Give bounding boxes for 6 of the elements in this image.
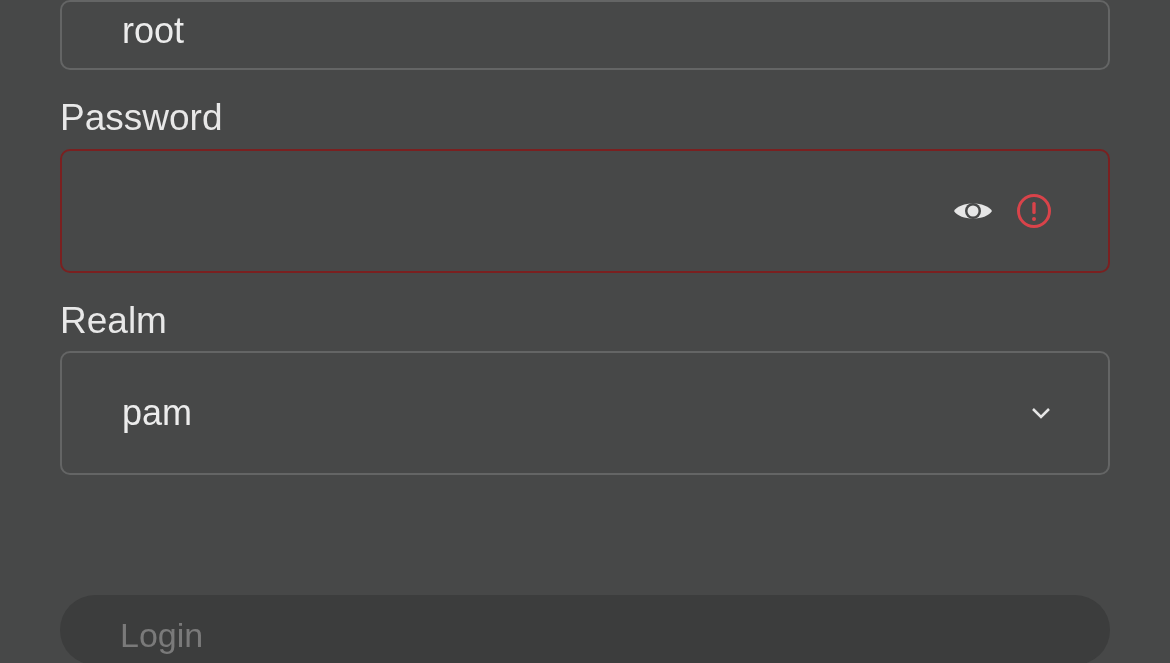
- password-field[interactable]: [60, 148, 1110, 273]
- field-label: Realm: [60, 300, 168, 342]
- field-label: Password: [60, 98, 224, 139]
- username-field[interactable]: root: [60, 0, 1110, 70]
- realm-dropdown[interactable]: pam: [60, 351, 1110, 476]
- error-icon: [1016, 192, 1052, 229]
